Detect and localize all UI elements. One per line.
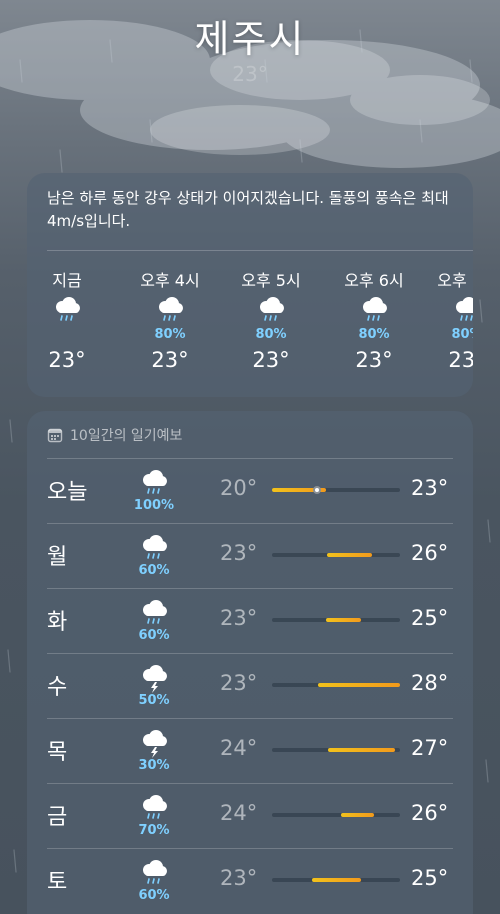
rain-cloud-icon bbox=[138, 468, 170, 498]
high-temperature: 26° bbox=[411, 541, 449, 565]
rain-cloud-icon bbox=[138, 793, 170, 823]
hour-precipitation: 80% bbox=[451, 327, 473, 342]
day-label: 목 bbox=[47, 740, 68, 765]
day-label: 월 bbox=[47, 545, 68, 570]
ten-day-header: 10일간의 일기예보 bbox=[47, 425, 182, 445]
high-temperature: 28° bbox=[411, 671, 449, 695]
temperature-range-fill bbox=[341, 813, 374, 817]
day-row[interactable]: 토 60% 23° 25° bbox=[27, 848, 473, 913]
day-precipitation: 30% bbox=[138, 758, 170, 773]
hour-temperature: 23° bbox=[355, 348, 393, 372]
day-precipitation: 100% bbox=[133, 498, 175, 513]
row-divider bbox=[47, 653, 453, 654]
hour-label: 오후 6시 bbox=[344, 271, 404, 290]
day-row[interactable]: 목 30% 24° 27° bbox=[27, 718, 473, 783]
temperature-range-fill bbox=[312, 878, 361, 882]
hour-precipitation: 80% bbox=[255, 327, 287, 342]
hour-label: 오후 4시 bbox=[140, 271, 200, 290]
row-divider bbox=[47, 523, 453, 524]
hour-temperature: 23° bbox=[448, 348, 473, 372]
low-temperature: 23° bbox=[220, 541, 258, 565]
low-temperature: 24° bbox=[220, 736, 258, 760]
row-divider bbox=[47, 783, 453, 784]
high-temperature: 23° bbox=[411, 476, 449, 500]
calendar-icon bbox=[47, 428, 63, 443]
thunderstorm-icon bbox=[138, 663, 170, 693]
row-divider bbox=[47, 718, 453, 719]
day-row[interactable]: 월 60% 23° 26° bbox=[27, 523, 473, 588]
temperature-range-bar bbox=[272, 748, 400, 752]
low-temperature: 20° bbox=[220, 476, 258, 500]
low-temperature: 23° bbox=[220, 866, 258, 890]
rain-cloud-icon bbox=[451, 295, 473, 325]
high-temperature: 25° bbox=[411, 866, 449, 890]
day-row[interactable]: 오늘 100% 20° 23° bbox=[27, 458, 473, 523]
day-precipitation: 50% bbox=[138, 693, 170, 708]
low-temperature: 23° bbox=[220, 606, 258, 630]
hour-label: 지금 bbox=[52, 271, 82, 290]
day-label: 수 bbox=[47, 675, 68, 700]
hourly-scroll[interactable]: 지금 23° 오후 4시 80% 23° 오후 5시 80% 23° 오후 6시 80% 23° 오후… bbox=[27, 267, 473, 387]
ten-day-forecast-card[interactable]: 10일간의 일기예보 오늘 100% 20° 23° 월 60% 23° 26° 화 60% 23°… bbox=[27, 411, 473, 914]
temperature-range-bar bbox=[272, 553, 400, 557]
temperature-range-fill bbox=[326, 618, 361, 622]
low-temperature: 24° bbox=[220, 801, 258, 825]
summary-divider bbox=[47, 250, 473, 251]
day-precipitation: 60% bbox=[138, 888, 170, 903]
day-label: 화 bbox=[47, 610, 68, 635]
high-temperature: 26° bbox=[411, 801, 449, 825]
hour-temperature: 23° bbox=[151, 348, 189, 372]
day-precipitation: 70% bbox=[138, 823, 170, 838]
low-temperature: 23° bbox=[220, 671, 258, 695]
day-precipitation: 60% bbox=[138, 628, 170, 643]
city-name: 제주시 bbox=[194, 17, 306, 61]
temperature-range-bar bbox=[272, 618, 400, 622]
current-temp-marker bbox=[313, 486, 321, 494]
temperature-range-fill bbox=[318, 683, 400, 687]
hour-precipitation: 80% bbox=[358, 327, 390, 342]
hour-temperature: 23° bbox=[48, 348, 86, 372]
day-precipitation: 60% bbox=[138, 563, 170, 578]
rain-cloud-icon bbox=[138, 858, 170, 888]
rain-cloud-icon bbox=[154, 295, 186, 325]
hour-precipitation: 80% bbox=[154, 327, 186, 342]
hourly-forecast-card[interactable]: 남은 하루 동안 강우 상태가 이어지겠습니다. 돌풍의 풍속은 최대 4m/s… bbox=[27, 173, 473, 397]
ten-day-title: 10일간의 일기예보 bbox=[70, 428, 183, 444]
rain-cloud-icon bbox=[51, 295, 83, 325]
hour-label: 오후 5시 bbox=[241, 271, 301, 290]
day-row[interactable]: 화 60% 23° 25° bbox=[27, 588, 473, 653]
day-label: 금 bbox=[47, 805, 68, 830]
day-row[interactable]: 수 50% 23° 28° bbox=[27, 653, 473, 718]
hour-label: 오후 7시 bbox=[437, 271, 473, 290]
row-divider bbox=[47, 458, 453, 459]
temperature-range-bar bbox=[272, 813, 400, 817]
high-temperature: 27° bbox=[411, 736, 449, 760]
rain-cloud-icon bbox=[138, 533, 170, 563]
thunderstorm-icon bbox=[138, 728, 170, 758]
temperature-range-fill bbox=[328, 748, 395, 752]
temperature-range-fill bbox=[327, 553, 372, 557]
row-divider bbox=[47, 588, 453, 589]
current-temperature: 23° bbox=[232, 62, 268, 86]
day-label: 토 bbox=[47, 870, 68, 895]
weather-summary: 남은 하루 동안 강우 상태가 이어지겠습니다. 돌풍의 풍속은 최대 4m/s… bbox=[47, 189, 449, 230]
day-row[interactable]: 금 70% 24° 26° bbox=[27, 783, 473, 848]
rain-cloud-icon bbox=[138, 598, 170, 628]
high-temperature: 25° bbox=[411, 606, 449, 630]
row-divider bbox=[47, 848, 453, 849]
day-label: 오늘 bbox=[47, 480, 88, 505]
temperature-range-bar bbox=[272, 878, 400, 882]
rain-cloud-icon bbox=[358, 295, 390, 325]
temperature-range-bar bbox=[272, 683, 400, 687]
rain-cloud-icon bbox=[255, 295, 287, 325]
temperature-range-bar bbox=[272, 486, 400, 494]
hour-temperature: 23° bbox=[252, 348, 290, 372]
